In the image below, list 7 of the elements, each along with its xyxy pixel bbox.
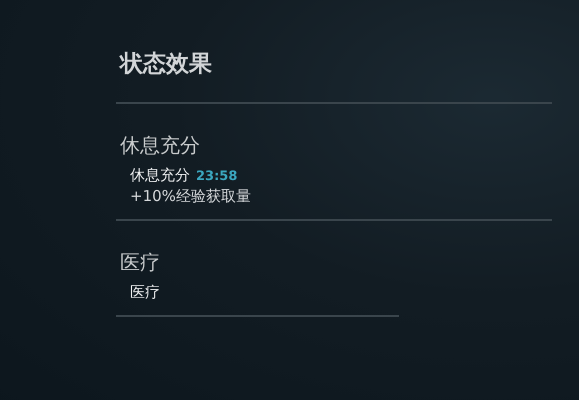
section-heading: 休息充分	[120, 132, 201, 158]
panel-title: 状态效果	[118, 50, 213, 79]
effect-description: +10%经验获取量	[130, 186, 252, 204]
effect-name: 休息充分	[130, 166, 190, 184]
effect-name: 医疗	[130, 282, 160, 300]
section-heading: 医疗	[120, 248, 161, 274]
effect-timer: 23:58	[196, 168, 238, 186]
